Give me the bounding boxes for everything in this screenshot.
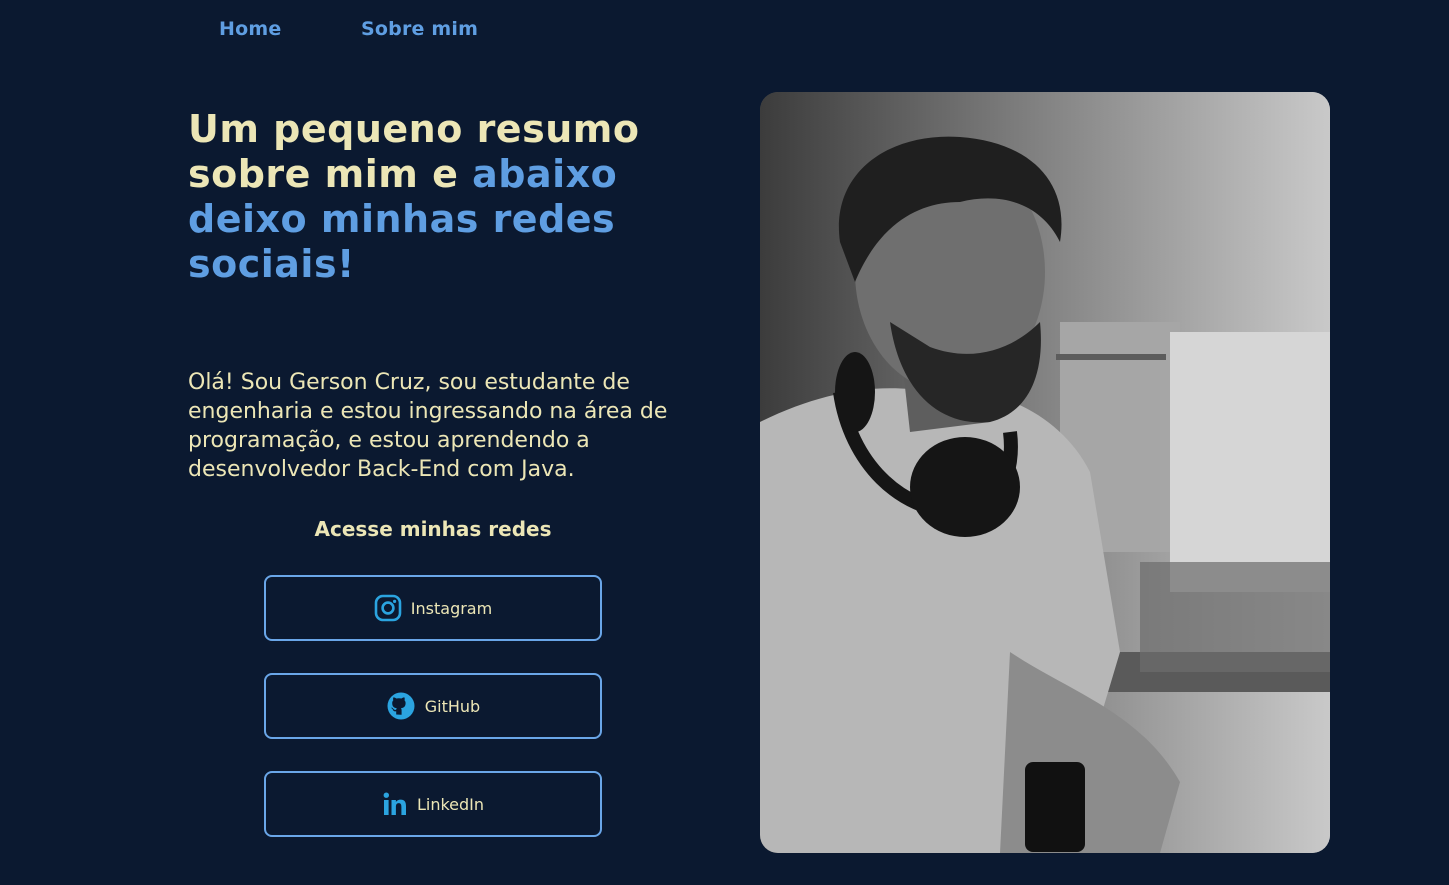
- instagram-label: Instagram: [410, 598, 493, 618]
- nav-about-link[interactable]: Sobre mim: [361, 18, 478, 40]
- social-heading: Acesse minhas redes: [314, 517, 552, 541]
- instagram-button[interactable]: Instagram: [264, 575, 602, 641]
- profile-photo: [760, 92, 1330, 853]
- linkedin-label: LinkedIn: [416, 794, 485, 814]
- github-icon: [386, 691, 416, 721]
- profile-photo-illustration: [760, 92, 1330, 853]
- github-button[interactable]: GitHub: [264, 673, 602, 739]
- top-nav: Home Sobre mim: [0, 18, 1449, 48]
- instagram-icon: [374, 594, 402, 622]
- page-headline: Um pequeno resumo sobre mim e abaixo dei…: [188, 107, 708, 287]
- github-label: GitHub: [424, 696, 481, 716]
- intro-text: Olá! Sou Gerson Cruz, sou estudante de e…: [188, 370, 668, 482]
- linkedin-button[interactable]: LinkedIn: [264, 771, 602, 837]
- linkedin-icon: [382, 791, 408, 817]
- nav-home-link[interactable]: Home: [219, 18, 281, 40]
